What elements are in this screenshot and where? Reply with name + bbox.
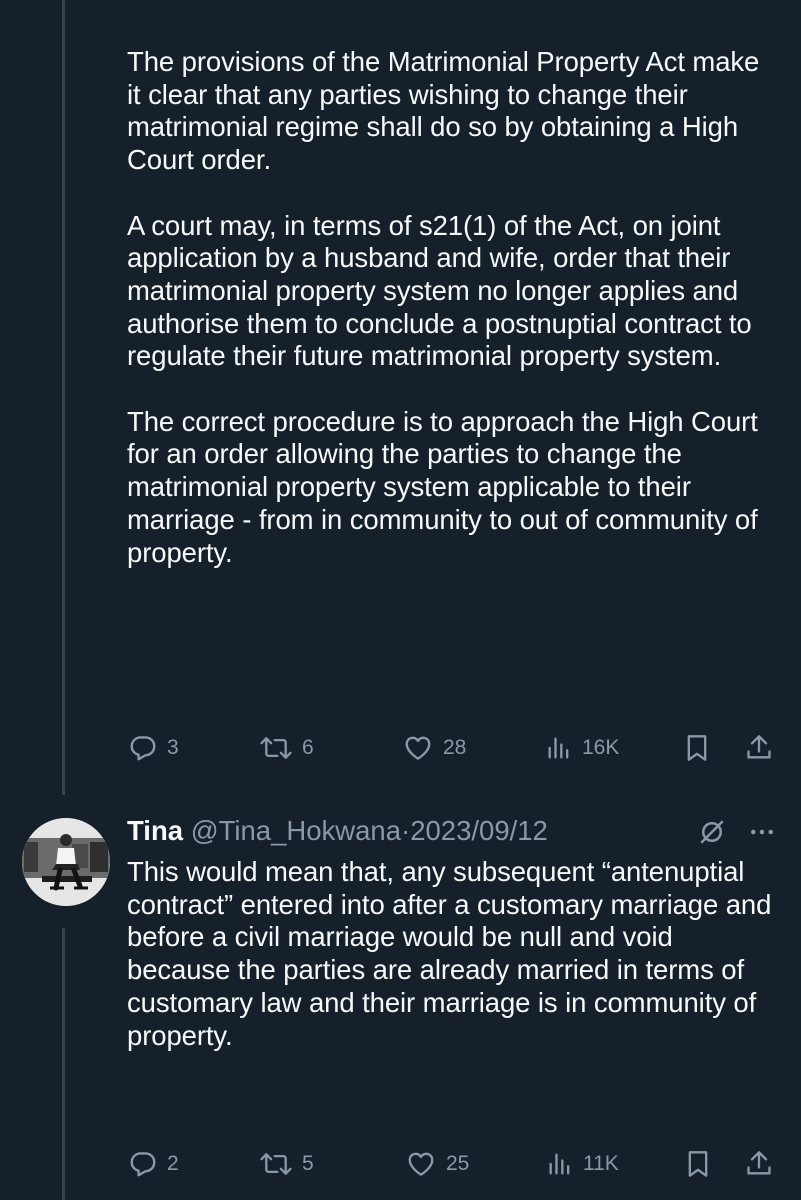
author-name[interactable]: Tina xyxy=(127,815,183,846)
bar-chart-icon xyxy=(545,733,573,763)
tweet-2-text: This would mean that, any subsequent “an… xyxy=(127,856,777,1052)
tweet-2-actions: 2 5 25 11K xyxy=(128,1147,778,1181)
tweet-2-body: This would mean that, any subsequent “an… xyxy=(127,856,772,1051)
tweet-1-paragraph-3: The correct procedure is to approach the… xyxy=(127,405,758,568)
bar-chart-icon xyxy=(546,1149,574,1179)
retweet-button[interactable]: 6 xyxy=(259,731,314,765)
slashed-circle-icon[interactable] xyxy=(697,817,727,854)
heart-icon xyxy=(402,733,434,763)
retweet-arrows-icon xyxy=(259,733,293,763)
header-separator: · xyxy=(401,815,411,846)
share-button[interactable] xyxy=(745,731,773,765)
tweet-1-actions: 3 6 28 16K xyxy=(128,731,778,765)
avatar[interactable] xyxy=(22,818,110,906)
views-button-2[interactable]: 11K xyxy=(546,1147,619,1181)
avatar-photo xyxy=(22,818,110,906)
tweet-2-header: Tina @Tina_Hokwana·2023/09/12 xyxy=(127,815,777,849)
bookmark-button-2[interactable] xyxy=(684,1147,712,1181)
reply-count-2: 2 xyxy=(167,1152,179,1175)
author-handle[interactable]: @Tina_Hokwana xyxy=(191,815,401,846)
reply-count: 3 xyxy=(167,736,179,759)
reply-button-2[interactable]: 2 xyxy=(128,1147,179,1181)
ellipsis-icon[interactable] xyxy=(747,817,777,854)
retweet-count-2: 5 xyxy=(302,1152,314,1175)
like-count-2: 25 xyxy=(446,1152,470,1175)
bookmark-button[interactable] xyxy=(683,731,711,765)
tweet-date[interactable]: 2023/09/12 xyxy=(410,815,548,846)
like-button[interactable]: 28 xyxy=(402,731,466,765)
retweet-button-2[interactable]: 5 xyxy=(259,1147,314,1181)
speech-bubble-icon xyxy=(128,1149,158,1179)
speech-bubble-icon xyxy=(128,733,158,763)
share-upload-icon xyxy=(745,732,773,764)
tweet-1-paragraph-1: The provisions of the Matrimonial Proper… xyxy=(127,46,760,176)
like-button-2[interactable]: 25 xyxy=(405,1147,469,1181)
views-count-2: 11K xyxy=(583,1152,619,1175)
bookmark-icon xyxy=(683,732,711,764)
tweet-1-paragraph-2: A court may, in terms of s21(1) of the A… xyxy=(127,209,752,372)
tweet-1-text: The provisions of the Matrimonial Proper… xyxy=(127,46,777,569)
views-count: 16K xyxy=(582,736,620,759)
views-button[interactable]: 16K xyxy=(545,731,619,765)
thread-line-bottom xyxy=(62,928,65,1200)
tweet-1: The provisions of the Matrimonial Proper… xyxy=(0,0,801,800)
retweet-count: 6 xyxy=(302,736,314,759)
retweet-arrows-icon xyxy=(259,1149,293,1179)
reply-button[interactable]: 3 xyxy=(128,731,179,765)
bookmark-icon xyxy=(684,1148,712,1180)
share-button-2[interactable] xyxy=(745,1147,773,1181)
heart-icon xyxy=(405,1149,437,1179)
share-upload-icon xyxy=(745,1148,773,1180)
like-count: 28 xyxy=(443,736,467,759)
